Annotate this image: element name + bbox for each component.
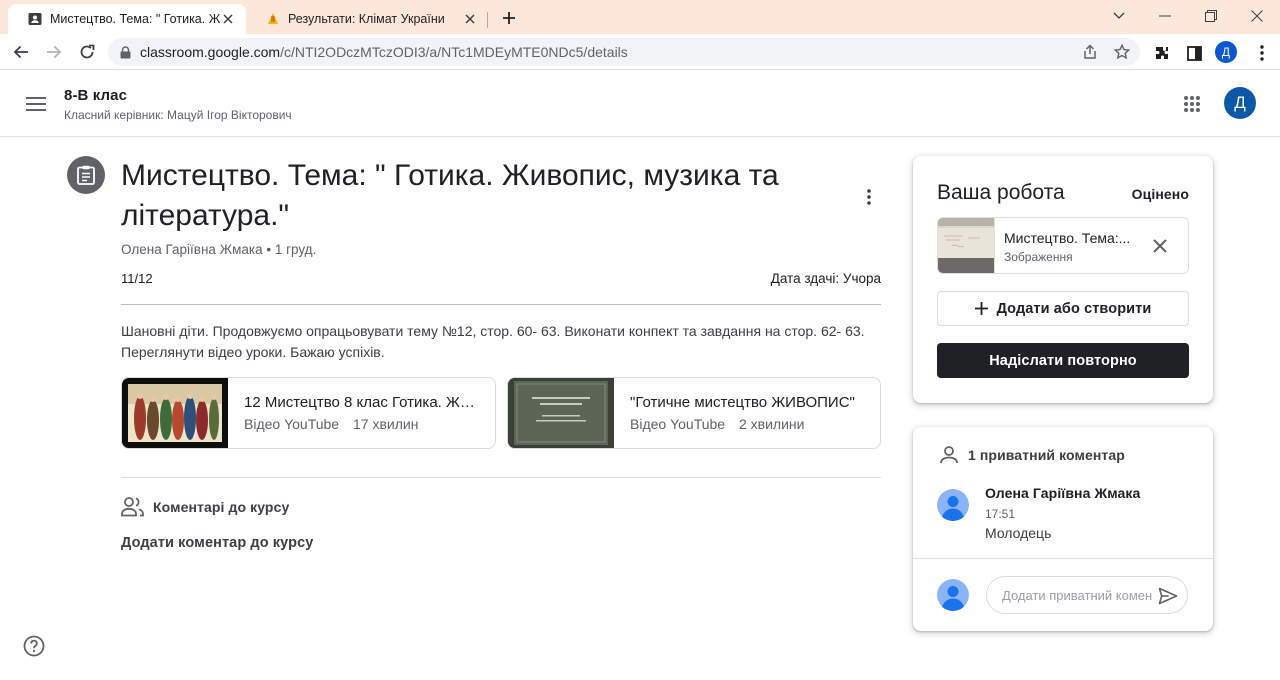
bookmark-star-icon[interactable] xyxy=(1113,43,1131,61)
browser-tabstrip: Мистецтво. Тема: " Готика. Живопис Резул… xyxy=(0,0,1280,34)
plus-icon xyxy=(974,302,988,315)
new-tab-button[interactable] xyxy=(498,7,520,29)
private-comments-label: 1 приватний коментар xyxy=(968,447,1125,463)
address-bar[interactable]: classroom.google.com/c/NTI2ODczMTczODI3/… xyxy=(108,38,1140,66)
attachment-source: Відео YouTube xyxy=(244,416,340,432)
browser-toolbar: classroom.google.com/c/NTI2ODczMTczODI3/… xyxy=(0,34,1280,70)
resubmit-button[interactable]: Надіслати повторно xyxy=(937,343,1189,378)
main-menu-icon[interactable] xyxy=(24,92,48,116)
url-host: classroom.google.com xyxy=(140,44,281,60)
assignment-points: 11/12 xyxy=(121,271,153,286)
assignment-description: Шановні діти. Продовжуємо опрацьовувати … xyxy=(121,323,865,360)
assignment-title: Мистецтво. Тема: " Готика. Живопис, музи… xyxy=(121,159,779,232)
google-apps-icon[interactable] xyxy=(1180,92,1204,116)
add-class-comment-link[interactable]: Додати коментар до курсу xyxy=(121,535,313,551)
your-work-title: Ваша робота xyxy=(937,181,1065,204)
account-avatar[interactable]: Д xyxy=(1224,87,1256,119)
forward-icon[interactable] xyxy=(42,40,66,64)
avatar xyxy=(937,489,969,521)
attachment-title: "Готичне мистецтво ЖИВОПИС" xyxy=(630,394,855,411)
tab-title: Результати: Клімат України xyxy=(288,12,445,26)
attachment-title: 12 Мистецтво 8 клас Готика. Живопис, муз… xyxy=(244,394,495,411)
browser-tab-active[interactable]: Мистецтво. Тема: " Готика. Живопис xyxy=(8,4,246,34)
attachment-info: "Готичне мистецтво ЖИВОПИС" Відео YouTub… xyxy=(614,378,880,448)
tab-search-icon[interactable] xyxy=(1096,0,1142,32)
person-icon xyxy=(939,445,959,465)
comment-time: 17:51 xyxy=(985,507,1016,521)
share-icon[interactable] xyxy=(1081,43,1099,61)
class-comments-label: Коментарі до курсу xyxy=(153,499,290,515)
classroom-icon xyxy=(28,12,42,26)
private-comment-field[interactable] xyxy=(986,576,1188,614)
test-icon xyxy=(266,12,280,26)
your-work-card: Ваша робота Оцінено Мистецтво. Тема:... … xyxy=(913,156,1213,403)
remove-file-icon[interactable] xyxy=(1148,234,1172,258)
attachment-info: 12 Мистецтво 8 клас Готика. Живопис, муз… xyxy=(228,378,495,448)
private-comment-input[interactable] xyxy=(1002,587,1152,603)
private-comments-card: 1 приватний коментар Олена Гаріївна Жмак… xyxy=(913,427,1213,631)
close-icon[interactable] xyxy=(462,11,478,27)
assignment-icon xyxy=(67,156,105,194)
url-text: classroom.google.com/c/NTI2ODczMTczODI3/… xyxy=(140,44,628,60)
url-path: /c/NTI2ODczMTczODI3/a/NTc1MDEyMTE0NDc5/d… xyxy=(280,44,628,60)
send-icon[interactable] xyxy=(1157,585,1179,607)
close-icon[interactable] xyxy=(220,11,236,27)
video-thumbnail xyxy=(508,378,614,448)
attachment-source: Відео YouTube xyxy=(630,416,726,432)
assignment-meta: Олена Гаріївна Жмака • 1 груд. xyxy=(121,242,317,257)
class-subtitle: Класний керівник: Мацуй Ігор Вікторович xyxy=(64,108,292,122)
divider xyxy=(913,558,1213,559)
video-thumbnail xyxy=(122,378,228,448)
app-header: 8-В клас Класний керівник: Мацуй Ігор Ві… xyxy=(0,71,1280,137)
attachment-duration: 17 хвилин xyxy=(353,416,419,432)
side-panel-icon[interactable] xyxy=(1183,42,1205,64)
profile-avatar[interactable]: Д xyxy=(1215,41,1237,63)
file-name: Мистецтво. Тема:... xyxy=(1004,230,1131,246)
people-icon xyxy=(121,496,145,518)
extensions-icon[interactable] xyxy=(1151,42,1173,64)
assignment-due-date: Дата здачі: Учора xyxy=(770,271,881,286)
comment-author: Олена Гаріївна Жмака xyxy=(985,485,1141,501)
avatar xyxy=(937,579,969,611)
menu-dots-icon[interactable] xyxy=(1251,42,1273,64)
attachment-video-1[interactable]: 12 Мистецтво 8 клас Готика. Живопис, муз… xyxy=(121,377,496,449)
class-name[interactable]: 8-В клас xyxy=(64,87,127,104)
restore-icon[interactable] xyxy=(1188,0,1234,32)
window-close-icon[interactable] xyxy=(1234,0,1280,32)
file-type: Зображення xyxy=(1004,250,1073,264)
more-options-icon[interactable] xyxy=(857,185,881,209)
attachment-subtitle: Відео YouTube 17 хвилин xyxy=(244,416,495,432)
divider xyxy=(121,304,881,305)
lock-icon[interactable] xyxy=(120,45,131,59)
comment-text: Молодець xyxy=(985,525,1052,541)
attachment-subtitle: Відео YouTube 2 хвилини xyxy=(630,416,880,432)
attachment-video-2[interactable]: "Готичне мистецтво ЖИВОПИС" Відео YouTub… xyxy=(507,377,881,449)
back-icon[interactable] xyxy=(9,40,33,64)
minimize-icon[interactable] xyxy=(1142,0,1188,32)
attachment-duration: 2 хвилини xyxy=(739,416,805,432)
browser-tab[interactable]: Результати: Клімат України xyxy=(246,4,488,34)
tab-title: Мистецтво. Тема: " Готика. Живопис xyxy=(50,12,220,26)
submitted-file[interactable]: Мистецтво. Тема:... Зображення xyxy=(937,217,1189,274)
add-or-create-button[interactable]: Додати або створити xyxy=(937,291,1189,326)
add-or-create-label: Додати або створити xyxy=(996,300,1152,317)
file-thumbnail xyxy=(938,218,995,273)
reload-icon[interactable] xyxy=(75,40,99,64)
help-icon[interactable] xyxy=(23,635,45,657)
divider xyxy=(121,477,881,478)
grade-status: Оцінено xyxy=(1131,186,1189,202)
